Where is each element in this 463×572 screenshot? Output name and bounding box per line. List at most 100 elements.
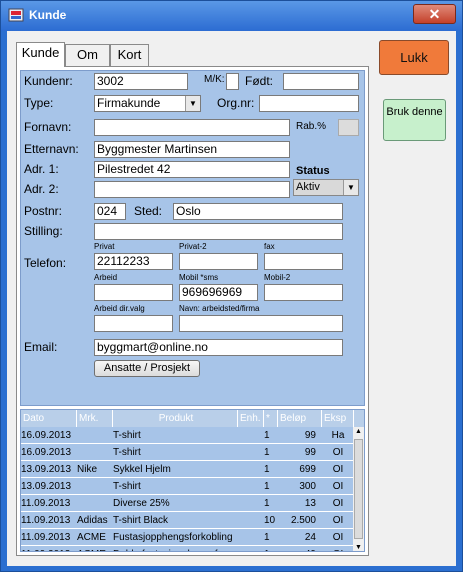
kunde-tab-panel: Kundenr: 3002 M/K: Født: Type: Firmakund… [16,66,369,556]
close-icon[interactable]: ✕ [413,4,456,24]
ansatte-prosjekt-button[interactable]: Ansatte / Prosjekt [94,360,200,377]
privat-label: Privat [94,242,115,251]
cell-produkt: Diverse 25% [113,498,170,509]
arbeid-dir-field[interactable] [94,315,173,332]
telefon-label: Telefon: [24,256,67,270]
kundenr-field[interactable]: 3002 [94,73,188,90]
tab-kort[interactable]: Kort [110,44,149,66]
cell-eksp: OI [332,464,344,475]
status-select[interactable]: Aktiv ▼ [293,179,359,196]
fodt-field[interactable] [283,73,359,90]
etternavn-label: Etternavn: [24,142,79,156]
cell-dato: 13.09.2013 [21,464,72,475]
window-title: Kunde [29,8,67,22]
cell-enh [238,529,264,546]
adr2-field[interactable] [94,181,290,198]
chevron-down-icon[interactable]: ▼ [185,96,200,111]
lukk-button[interactable]: Lukk [379,40,449,75]
fornavn-field[interactable] [94,119,290,136]
fax-field[interactable] [264,253,343,270]
cell-dato: 11.09.2013 [21,498,71,509]
navn-arbeidsted-field[interactable] [179,315,343,332]
cell-dato: 13.09.2013 [21,481,72,492]
rab-field[interactable] [338,119,359,136]
table-row[interactable]: 11.09.2013 Adidas T-shirt Black 10 2.500 OI [21,512,354,529]
privat-field[interactable]: 22112233 [94,253,173,270]
app-icon [8,8,24,22]
tab-kunde[interactable]: Kunde [16,42,65,67]
cell-dato: 11.09.2013 [21,515,71,526]
mk-field[interactable] [226,73,239,90]
col-belop[interactable]: Beløp [278,410,322,427]
privat2-field[interactable] [179,253,258,270]
stilling-label: Stilling: [24,224,63,238]
scroll-down-icon[interactable]: ▼ [353,543,364,551]
tab-om[interactable]: Om [65,44,110,66]
scroll-up-icon[interactable]: ▲ [353,427,364,437]
vertical-scrollbar[interactable]: ▲ ▼ [353,427,364,551]
navn-arbeidsted-label: Navn: arbeidsted/firma [179,304,260,313]
table-row[interactable]: 16.09.2013 T-shirt 1 99 Ha [21,427,354,444]
customer-form: Kundenr: 3002 M/K: Født: Type: Firmakund… [20,70,365,406]
sales-history-grid[interactable]: Dato Mrk. Produkt Enh. * Beløp Eksp 16.0… [20,409,365,552]
col-eksp[interactable]: Eksp [322,410,354,427]
cell-enh [238,444,264,461]
table-row[interactable]: 13.09.2013 Nike Sykkel Hjelm 1 699 OI [21,461,354,478]
col-enh[interactable]: Enh. [238,410,264,427]
cell-produkt: T-shirt Black [113,515,169,526]
cell-mrk [77,478,113,495]
col-produkt[interactable]: Produkt [113,410,238,427]
cell-eksp: OI [332,447,344,458]
cell-eksp: Ha [331,430,345,441]
kundenr-label: Kundenr: [24,74,73,88]
cell-dato: 16.09.2013 [21,430,72,441]
table-row[interactable]: 13.09.2013 T-shirt 1 300 OI [21,478,354,495]
email-field[interactable]: byggmart@online.no [94,339,343,356]
cell-enh [238,461,264,478]
table-row[interactable]: 11.09.2013 Diverse 25% 1 13 OI [21,495,354,512]
table-row[interactable]: 16.09.2013 T-shirt 1 99 OI [21,444,354,461]
cell-antall: 1 [264,447,270,458]
col-mrk[interactable]: Mrk. [77,410,113,427]
cell-mrk: Nike [77,464,98,475]
adr1-field[interactable]: Pilestredet 42 [94,161,290,178]
cell-produkt: Fustasjopphengsforkobling [113,532,233,543]
cell-enh [238,546,264,551]
rab-label: Rab.% [296,121,327,132]
type-select[interactable]: Firmakunde ▼ [94,95,201,112]
cell-dato: 16.09.2013 [21,447,72,458]
type-label: Type: [24,96,54,110]
cell-mrk [77,427,113,444]
cell-belop: 24 [304,532,316,543]
cell-dato: 11.09.2013 [21,532,71,543]
cell-enh [238,478,264,495]
cell-mrk: ACME [77,546,113,551]
mobil-label: Mobil *sms [179,273,219,282]
postnr-field[interactable]: 024 [94,203,126,220]
bruk-denne-button[interactable]: Bruk denne [383,99,446,141]
mobil-field[interactable]: 969696969 [179,284,258,301]
cell-antall: 1 [264,532,270,543]
cell-produkt: T-shirt [113,447,141,458]
grid-header: Dato Mrk. Produkt Enh. * Beløp Eksp [21,410,364,427]
table-row[interactable]: 11.09.2013 ACME Fustasjopphengsforkobling 1… [21,529,354,546]
arbeid-field[interactable] [94,284,173,301]
chevron-down-icon[interactable]: ▼ [343,180,358,195]
etternavn-field[interactable]: Byggmester Martinsen [94,141,290,158]
cell-antall: 1 [264,481,270,492]
cell-enh [238,512,264,529]
stilling-field[interactable] [94,223,343,240]
table-row[interactable]: 11.09.2013ACMEDoble fustasjopphengsfor 14… [21,546,354,551]
cell-enh [238,495,264,512]
cell-belop: 99 [304,430,316,441]
postnr-label: Postnr: [24,204,63,218]
col-star[interactable]: * [264,410,278,427]
orgnr-field[interactable] [259,95,359,112]
fodt-label: Født: [245,74,274,88]
cell-mrk: ACME [77,532,106,543]
mobil2-field[interactable] [264,284,343,301]
sted-field[interactable]: Oslo [173,203,343,220]
scroll-thumb[interactable] [354,439,363,539]
col-dato[interactable]: Dato [21,410,77,427]
status-value: Aktiv [296,181,320,193]
